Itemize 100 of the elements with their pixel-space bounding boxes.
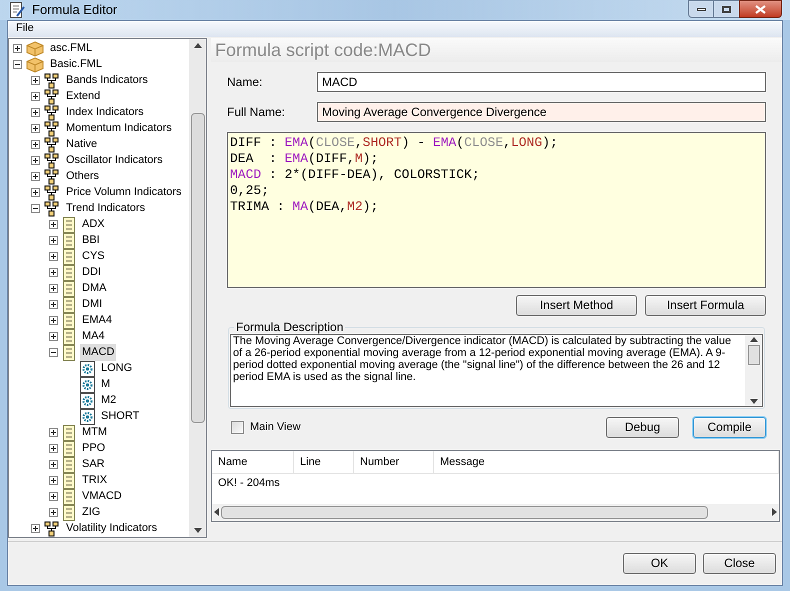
- tree-item[interactable]: SHORT: [99, 408, 142, 425]
- code-editor[interactable]: DIFF : EMA(CLOSE,SHORT) - EMA(CLOSE,LONG); DEA : EMA(DIFF,M); MACD : 2*(DIFF-DEA), COLORSTICK; 0,25; TRIMA : MA(DEA,M2);: [227, 132, 766, 288]
- tree-item[interactable]: M: [99, 376, 112, 393]
- tree-item[interactable]: Native: [64, 136, 100, 153]
- checkbox-label[interactable]: Main View: [250, 418, 301, 436]
- horizontal-scrollbar[interactable]: [212, 504, 779, 520]
- tree-item[interactable]: Others: [64, 168, 102, 185]
- text-field[interactable]: MACD: [317, 72, 766, 92]
- dialog-button[interactable]: Compile: [693, 416, 766, 438]
- code-line: MACD : 2*(DIFF-DEA), COLORSTICK;: [230, 166, 480, 182]
- collapse-icon[interactable]: [30, 204, 40, 213]
- column-header[interactable]: Message: [434, 450, 779, 472]
- arrow-down-icon[interactable]: [194, 528, 202, 532]
- document-icon: [62, 344, 76, 360]
- tree-item[interactable]: Price Volumn Indicators: [64, 184, 184, 201]
- expand-icon[interactable]: [30, 140, 40, 149]
- expand-icon[interactable]: [30, 108, 40, 117]
- tree-item[interactable]: Trend Indicators: [64, 200, 148, 217]
- column-header[interactable]: Name: [212, 450, 294, 472]
- tree-item[interactable]: SAR: [80, 456, 107, 473]
- expand-icon[interactable]: [48, 284, 58, 293]
- expand-icon[interactable]: [48, 268, 58, 277]
- dialog-button[interactable]: Insert Method: [516, 294, 637, 316]
- expand-icon[interactable]: [30, 188, 40, 197]
- tree-item[interactable]: BBI: [80, 232, 102, 249]
- expand-icon[interactable]: [48, 428, 58, 437]
- expand-icon[interactable]: [30, 524, 40, 533]
- collapse-icon[interactable]: [48, 348, 58, 357]
- hierarchy-icon: [44, 152, 60, 168]
- scrollbar-thumb[interactable]: [190, 112, 204, 422]
- tree-item[interactable]: MA4: [80, 328, 107, 345]
- expand-icon[interactable]: [48, 220, 58, 229]
- code-line: DIFF : EMA(CLOSE,SHORT) - EMA(CLOSE,LONG);: [230, 134, 558, 150]
- expand-icon[interactable]: [30, 124, 40, 133]
- tree-item[interactable]: M2: [99, 392, 118, 409]
- close-button[interactable]: [739, 0, 782, 18]
- arrow-up-icon[interactable]: [750, 336, 758, 342]
- tree-item[interactable]: Extend: [64, 88, 102, 105]
- tree-item[interactable]: VMACD: [80, 488, 124, 505]
- tree-item[interactable]: Momentum Indicators: [64, 120, 174, 137]
- tree-item[interactable]: ADX: [80, 216, 107, 233]
- expand-icon[interactable]: [48, 476, 58, 485]
- window-title: Formula Editor: [32, 1, 118, 19]
- expand-icon[interactable]: [48, 460, 58, 469]
- collapse-icon[interactable]: [12, 60, 22, 69]
- checkbox[interactable]: [231, 420, 244, 434]
- expand-icon[interactable]: [48, 492, 58, 501]
- expand-icon[interactable]: [30, 76, 40, 85]
- tree-item[interactable]: Bands Indicators: [64, 72, 150, 89]
- tree-item[interactable]: Volatility Indicators: [64, 520, 160, 536]
- expand-icon[interactable]: [12, 44, 22, 53]
- minimize-button[interactable]: [688, 0, 714, 18]
- expand-icon[interactable]: [48, 236, 58, 245]
- document-icon: [62, 248, 76, 264]
- expand-icon[interactable]: [48, 444, 58, 453]
- dialog-button[interactable]: OK: [623, 552, 696, 574]
- expand-icon[interactable]: [48, 332, 58, 341]
- tree-item[interactable]: ZIG: [80, 504, 102, 521]
- dialog-button[interactable]: Debug: [606, 416, 679, 438]
- description-text: The Moving Average Convergence/Divergence indicator (MACD) is calculated by subtracting the value of a 26-period exponential moving average from a 12-period exponential moving average (EMA). A 9-period dotted exponential moving average (the "signal line") of the difference between the 26 and 12 period EMA is used as the signal line.: [232, 334, 732, 384]
- dialog-button[interactable]: Insert Formula: [645, 294, 766, 316]
- tree-item[interactable]: MACD: [80, 344, 116, 361]
- scrollbar-thumb[interactable]: [748, 345, 760, 365]
- scrollbar-thumb[interactable]: [221, 506, 708, 518]
- scrollbar[interactable]: [745, 334, 762, 406]
- expand-icon[interactable]: [48, 316, 58, 325]
- hierarchy-icon: [44, 168, 60, 184]
- tree-item[interactable]: Basic.FML: [48, 56, 104, 73]
- group-title: Formula Description: [235, 320, 344, 334]
- tree-item[interactable]: asc.FML: [48, 40, 94, 57]
- tree-item[interactable]: DDI: [80, 264, 103, 281]
- expand-icon[interactable]: [30, 156, 40, 165]
- scrollbar[interactable]: [189, 38, 206, 536]
- tree-item[interactable]: Index Indicators: [64, 104, 146, 121]
- expand-icon[interactable]: [48, 252, 58, 261]
- tree-item[interactable]: CYS: [80, 248, 107, 265]
- arrow-right-icon[interactable]: [772, 508, 777, 516]
- arrow-up-icon[interactable]: [194, 42, 202, 48]
- maximize-button[interactable]: [714, 0, 739, 18]
- expand-icon[interactable]: [48, 508, 58, 517]
- dialog-button[interactable]: Close: [703, 552, 776, 574]
- expand-icon[interactable]: [30, 172, 40, 181]
- code-line: TRIMA : MA(DEA,M2);: [230, 198, 378, 214]
- tree-item[interactable]: LONG: [99, 360, 134, 377]
- tree-item[interactable]: EMA4: [80, 312, 114, 329]
- tree-item[interactable]: Oscillator Indicators: [64, 152, 165, 169]
- tree-item[interactable]: TRIX: [80, 472, 110, 489]
- tree-item[interactable]: DMI: [80, 296, 104, 313]
- column-header[interactable]: Line: [294, 450, 354, 472]
- arrow-down-icon[interactable]: [750, 398, 758, 404]
- text-field[interactable]: Moving Average Convergence Divergence: [317, 102, 766, 122]
- expand-icon[interactable]: [48, 300, 58, 309]
- column-header[interactable]: Number: [354, 450, 434, 472]
- tree-item[interactable]: PPO: [80, 440, 108, 457]
- tree-item[interactable]: MTM: [80, 424, 110, 441]
- menu-item[interactable]: File: [12, 20, 38, 37]
- tree-item[interactable]: DMA: [80, 280, 108, 297]
- expand-icon[interactable]: [30, 92, 40, 101]
- document-icon: [62, 296, 76, 312]
- arrow-left-icon[interactable]: [214, 508, 219, 516]
